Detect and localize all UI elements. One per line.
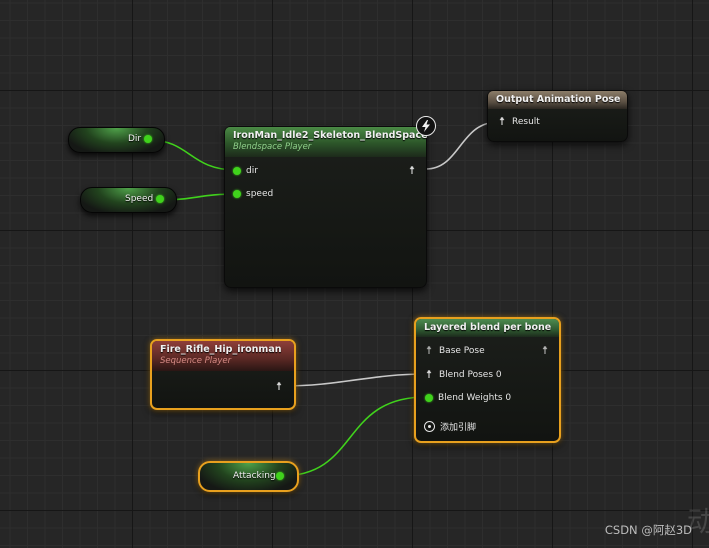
output-animation-pose-node[interactable]: Output Animation Pose ☨ Result — [487, 90, 628, 142]
add-pin-label: 添加引脚 — [440, 423, 477, 433]
lightning-icon — [416, 116, 436, 136]
base-pose-pin-row[interactable]: ☨ Base Pose — [424, 345, 485, 356]
wire-sequence-to-layered[interactable] — [282, 373, 427, 387]
sequence-subtitle: Sequence Player — [160, 356, 232, 366]
sequence-title: Fire_Rifle_Hip_ironman — [160, 344, 282, 355]
blendspace-speed-label: speed — [246, 189, 274, 199]
blend-weights-pin-row[interactable]: Blend Weights 0 — [425, 393, 511, 403]
attacking-variable-label: Attacking — [233, 471, 276, 481]
blendspace-subtitle: Blendspace Player — [233, 142, 312, 152]
base-pose-label: Base Pose — [439, 346, 485, 356]
blendspace-player-node[interactable]: IronMan_Idle2_Skeleton_BlendSpace Blends… — [224, 126, 428, 288]
attacking-variable-node[interactable]: Attacking — [198, 461, 299, 492]
dir-variable-label: Dir — [128, 134, 142, 144]
blend-poses-label: Blend Poses 0 — [439, 370, 502, 380]
output-title: Output Animation Pose — [496, 94, 621, 105]
watermark-text: CSDN @阿赵3D — [604, 523, 692, 537]
blendspace-title: IronMan_Idle2_Skeleton_BlendSpace — [233, 130, 428, 141]
blend-poses-icon[interactable]: ☨ — [424, 369, 434, 380]
layered-header: Layered blend per bone — [416, 319, 559, 337]
blendspace-speed-pin[interactable] — [233, 190, 241, 198]
speed-variable-node[interactable]: Speed — [80, 187, 177, 213]
add-circle-icon — [424, 421, 435, 432]
add-pin-button[interactable]: 添加引脚 — [424, 420, 476, 433]
blend-weights-pin[interactable] — [425, 394, 433, 402]
blend-weights-label: Blend Weights 0 — [438, 393, 512, 403]
blendspace-dir-pin[interactable] — [233, 167, 241, 175]
layered-blend-node[interactable]: Layered blend per bone ☨ Base Pose ☨ ☨ B… — [414, 317, 561, 443]
output-result-pin-row[interactable]: ☨ Result — [497, 116, 540, 127]
speed-output-pin[interactable] — [156, 195, 164, 203]
base-pose-icon[interactable]: ☨ — [424, 345, 434, 356]
dir-output-pin[interactable] — [144, 135, 152, 143]
speed-variable-label: Speed — [125, 194, 154, 204]
layered-output-pose-icon[interactable]: ☨ — [540, 345, 550, 356]
pose-icon[interactable]: ☨ — [407, 165, 417, 176]
lightning-glyph — [422, 120, 430, 132]
output-result-label: Result — [512, 117, 540, 127]
blendspace-dir-pin-row[interactable]: dir — [233, 166, 258, 176]
layered-title: Layered blend per bone — [424, 322, 552, 333]
result-pose-icon[interactable]: ☨ — [497, 116, 507, 127]
sequence-pose-icon[interactable]: ☨ — [274, 381, 284, 392]
output-header: Output Animation Pose — [488, 91, 627, 109]
blend-poses-pin-row[interactable]: ☨ Blend Poses 0 — [424, 369, 502, 380]
blendspace-speed-pin-row[interactable]: speed — [233, 189, 273, 199]
blendspace-dir-label: dir — [246, 166, 258, 176]
attacking-output-pin[interactable] — [276, 472, 284, 480]
dir-variable-node[interactable]: Dir — [68, 127, 165, 153]
sequence-player-node[interactable]: Fire_Rifle_Hip_ironman Sequence Player ☨ — [150, 339, 296, 410]
wire-attacking-to-layered[interactable] — [280, 396, 427, 477]
blendspace-header: IronMan_Idle2_Skeleton_BlendSpace Blends… — [225, 127, 428, 157]
sequence-header: Fire_Rifle_Hip_ironman Sequence Player — [152, 341, 294, 371]
